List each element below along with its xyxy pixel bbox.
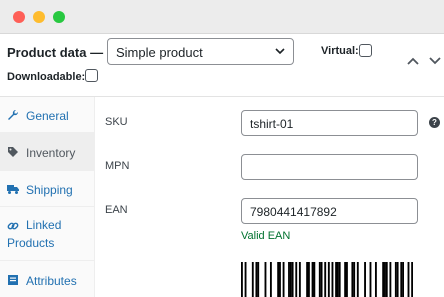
barcode-bar — [331, 262, 334, 297]
barcode-bar — [396, 262, 399, 297]
barcode-bar — [288, 262, 290, 297]
barcode-bar — [400, 262, 403, 297]
ean-label: EAN — [105, 204, 128, 216]
tab-linked-products[interactable]: Linked Products — [0, 207, 94, 261]
downloadable-label: Downloadable: — [7, 71, 86, 83]
product-data-tabs: General Inventory Shipping Linked Produc… — [0, 97, 95, 297]
sku-label: SKU — [105, 116, 128, 128]
close-window-button[interactable] — [13, 11, 25, 23]
virtual-checkbox[interactable] — [359, 44, 372, 57]
downloadable-checkbox[interactable] — [85, 69, 98, 82]
product-data-label: Product data — — [7, 45, 104, 60]
product-type-value: Simple product — [116, 45, 203, 60]
barcode-bar — [255, 262, 258, 297]
tab-shipping[interactable]: Shipping — [0, 171, 94, 207]
move-up-icon[interactable] — [407, 56, 419, 66]
barcode-bar — [346, 262, 348, 297]
barcode-bar — [244, 262, 247, 297]
window-titlebar — [0, 0, 444, 34]
barcode-bar — [313, 262, 316, 297]
barcode-bar — [327, 262, 330, 297]
virtual-label: Virtual: — [321, 45, 359, 57]
tab-general-label: General — [26, 109, 69, 123]
barcode-bar — [291, 262, 294, 297]
barcode-bar — [382, 262, 385, 297]
barcode-bar — [324, 262, 327, 297]
barcode-bar — [353, 262, 356, 297]
barcode-bar — [394, 262, 397, 297]
barcode-bar — [289, 262, 292, 297]
barcode-bar — [251, 262, 254, 297]
ean-input[interactable]: 7980441417892 — [241, 198, 418, 224]
zoom-window-button[interactable] — [53, 11, 65, 23]
tag-icon — [8, 147, 18, 157]
mpn-label: MPN — [105, 160, 130, 172]
barcode-bar — [338, 262, 341, 297]
product-type-select[interactable]: Simple product — [107, 38, 294, 65]
minimize-window-button[interactable] — [33, 11, 45, 23]
sku-input[interactable]: tshirt-01 — [241, 110, 418, 136]
chevron-down-icon — [275, 48, 285, 55]
barcode-bar — [344, 262, 347, 297]
barcode-bar — [335, 262, 338, 297]
barcode-bar — [374, 262, 377, 297]
barcode-bar — [356, 262, 359, 297]
barcode-bar — [282, 262, 285, 297]
tab-inventory-label: Inventory — [26, 146, 76, 160]
ean-value: 7980441417892 — [250, 205, 337, 219]
barcode-bar — [306, 262, 309, 297]
barcode-bar — [269, 262, 272, 297]
barcode-bar — [402, 262, 404, 297]
barcode-bar — [307, 262, 310, 297]
barcode-bar — [351, 262, 354, 297]
barcode-bar — [336, 262, 339, 297]
help-icon[interactable]: ? — [429, 117, 440, 128]
barcode-bar — [241, 262, 243, 297]
barcode-bar — [411, 262, 413, 297]
barcode-bar — [257, 262, 260, 297]
tab-attributes[interactable]: Attributes — [0, 261, 94, 297]
truck-icon — [7, 185, 19, 194]
barcode-bar — [298, 262, 301, 297]
barcode-bar — [279, 262, 281, 297]
barcode-bar — [277, 262, 280, 297]
barcode-bar — [295, 262, 298, 297]
mpn-input[interactable] — [241, 154, 418, 180]
barcode-bar — [389, 262, 392, 297]
ean-validation-status: Valid EAN — [241, 230, 291, 242]
ean-barcode — [241, 262, 413, 297]
barcode-bar — [311, 262, 314, 297]
barcode-bar — [384, 262, 386, 297]
barcode-bar — [369, 262, 372, 297]
tab-general[interactable]: General — [0, 97, 94, 133]
barcode-bar — [318, 262, 321, 297]
barcode-bar — [364, 262, 366, 297]
barcode-bar — [320, 262, 323, 297]
tab-inventory[interactable]: Inventory — [0, 133, 94, 171]
tab-attributes-label: Attributes — [26, 274, 77, 288]
move-down-icon[interactable] — [429, 56, 441, 66]
wrench-icon — [8, 109, 19, 120]
barcode-bar — [264, 262, 267, 297]
tab-linked-products-label: Linked Products — [7, 218, 62, 250]
list-icon — [8, 275, 18, 285]
tab-shipping-label: Shipping — [26, 183, 73, 197]
sku-value: tshirt-01 — [250, 117, 294, 131]
barcode-bar — [407, 262, 410, 297]
barcode-bar — [385, 262, 388, 297]
